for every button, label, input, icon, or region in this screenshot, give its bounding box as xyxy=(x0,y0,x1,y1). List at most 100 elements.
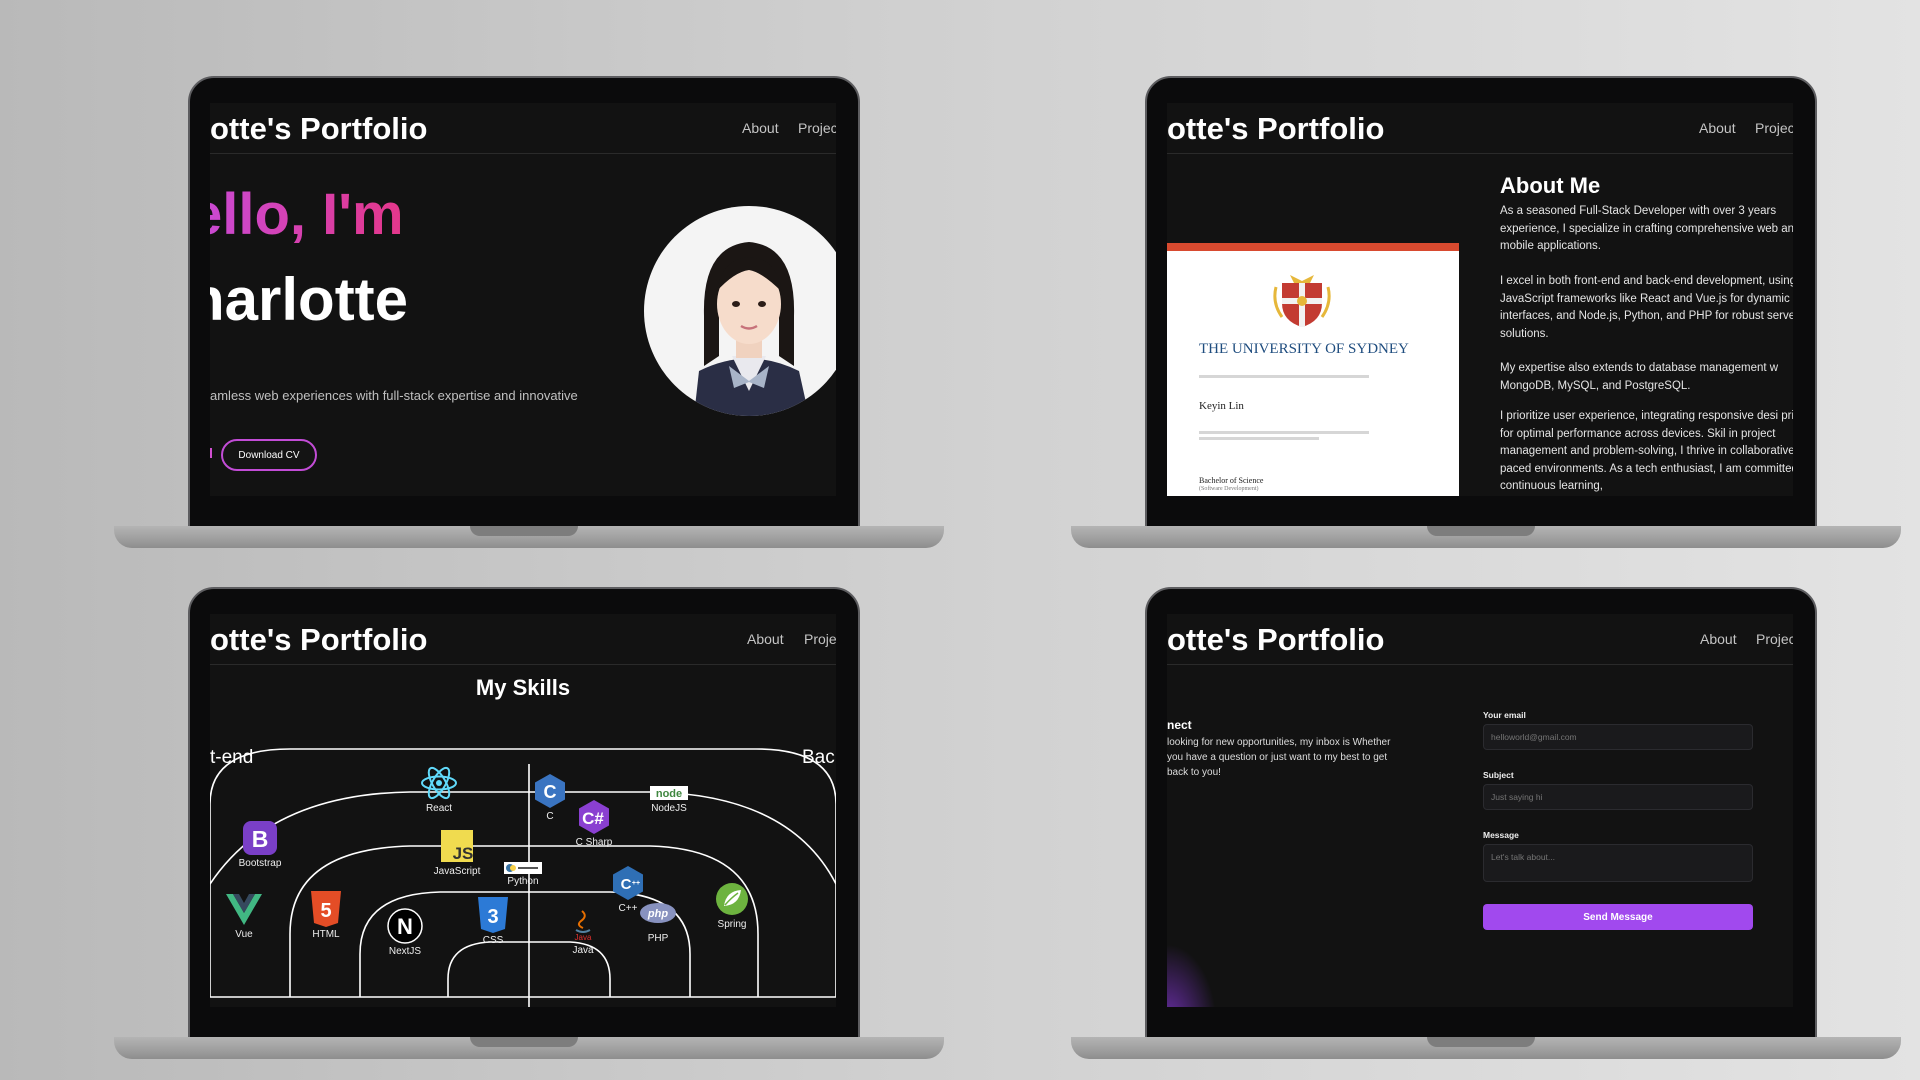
hero-tagline: amless web experiences with full-stack e… xyxy=(210,388,578,403)
svg-text:++: ++ xyxy=(632,880,640,887)
university-name: THE UNIVERSITY OF SYDNEY xyxy=(1199,341,1409,357)
skill-nodejs: node NodeJS xyxy=(634,784,704,814)
skill-bootstrap: B Bootstrap xyxy=(225,819,295,869)
python-icon xyxy=(503,861,543,875)
certificate-degree: Bachelor of Science xyxy=(1199,476,1264,485)
skill-label: HTML xyxy=(312,929,340,940)
send-message-button[interactable]: Send Message xyxy=(1483,904,1753,930)
degree-certificate: THE UNIVERSITY OF SYDNEY Keyin Lin Bache… xyxy=(1167,243,1459,496)
certificate-banner xyxy=(1167,243,1459,251)
skill-label: NextJS xyxy=(388,946,422,957)
navbar: otte's Portfolio About Projec xyxy=(1167,614,1793,665)
about-screen: otte's Portfolio About Projec THE UNIVER… xyxy=(1167,103,1793,496)
nav-about-link[interactable]: About xyxy=(1700,631,1737,647)
laptop-notch xyxy=(470,1037,578,1047)
message-field[interactable] xyxy=(1483,844,1753,882)
nav-about-link[interactable]: About xyxy=(1699,120,1736,136)
certificate-major: (Software Development) xyxy=(1199,486,1259,492)
skill-python: Python xyxy=(488,861,558,887)
laptop-notch xyxy=(1427,1037,1535,1047)
skill-css: 3 CSS xyxy=(458,896,528,946)
skill-label: Java xyxy=(572,945,594,956)
skill-label: Vue xyxy=(235,929,253,940)
nav-projects-link[interactable]: Projec xyxy=(1755,120,1793,136)
nav-about-link[interactable]: About xyxy=(742,120,779,136)
navbar: otte's Portfolio About Projec xyxy=(1167,103,1793,154)
brand-logo[interactable]: otte's Portfolio xyxy=(1167,622,1384,658)
certificate-recipient: Keyin Lin xyxy=(1199,400,1244,412)
brand-logo[interactable]: otte's Portfolio xyxy=(1167,111,1384,147)
nodejs-icon: node xyxy=(649,784,689,802)
css3-icon: 3 xyxy=(473,896,513,934)
about-paragraph: As a seasoned Full-Stack Developer with … xyxy=(1500,205,1793,252)
nextjs-icon: N xyxy=(385,907,425,945)
profile-portrait-illustration xyxy=(694,242,809,416)
svg-text:C: C xyxy=(544,782,557,802)
skill-label: C Sharp xyxy=(575,837,613,848)
svg-text:php: php xyxy=(647,908,668,920)
javascript-icon: JS xyxy=(437,827,477,865)
nav-projects-link[interactable]: Projec xyxy=(798,120,836,136)
certificate-fine-print xyxy=(1199,437,1319,440)
svg-text:5: 5 xyxy=(320,900,331,922)
contact-title: nect xyxy=(1167,718,1192,732)
svg-text:N: N xyxy=(397,914,413,939)
skill-csharp: C# C Sharp xyxy=(563,798,625,848)
skills-screen: otte's Portfolio About Proje My Skills t… xyxy=(210,614,836,1007)
subject-field[interactable] xyxy=(1483,784,1753,810)
subject-label: Subject xyxy=(1483,770,1514,780)
about-heading: About Me xyxy=(1500,173,1601,198)
svg-text:3: 3 xyxy=(487,906,498,928)
csharp-icon: C# xyxy=(574,798,614,836)
skill-label: JavaScript xyxy=(433,866,481,877)
skill-label: Spring xyxy=(717,919,747,930)
email-label: Your email xyxy=(1483,710,1526,720)
background-glow xyxy=(1167,944,1217,1007)
email-field[interactable] xyxy=(1483,724,1753,750)
contact-screen: otte's Portfolio About Projec nect looki… xyxy=(1167,614,1793,1007)
html5-icon: 5 xyxy=(306,890,346,928)
nav-projects-link[interactable]: Projec xyxy=(1756,631,1793,647)
contact-description: looking for new opportunities, my inbox … xyxy=(1167,737,1391,778)
message-label: Message xyxy=(1483,830,1519,840)
svg-text:C: C xyxy=(621,876,632,893)
bootstrap-icon: B xyxy=(240,819,280,857)
java-icon: Java xyxy=(563,906,603,944)
laptop-notch xyxy=(470,526,578,536)
svg-text:node: node xyxy=(656,788,682,800)
about-paragraph: I prioritize user experience, integratin… xyxy=(1500,410,1793,492)
svg-text:JS: JS xyxy=(453,844,474,863)
brand-logo[interactable]: otte's Portfolio xyxy=(210,111,427,147)
hero-screen: otte's Portfolio About Projec ello, I'm … xyxy=(210,103,836,496)
skill-nextjs: N NextJS xyxy=(370,907,440,957)
certificate-fine-print xyxy=(1199,375,1369,378)
skill-label: Bootstrap xyxy=(238,858,282,869)
hero-name: harlotte xyxy=(210,266,409,333)
vue-icon xyxy=(224,890,264,928)
skill-label: PHP xyxy=(647,933,669,944)
spring-leaf-icon xyxy=(712,880,752,918)
svg-text:Java: Java xyxy=(575,933,592,942)
skill-html: 5 HTML xyxy=(291,890,361,940)
svg-text:C#: C# xyxy=(582,809,604,828)
navbar: otte's Portfolio About Projec xyxy=(210,103,836,154)
skill-label: CSS xyxy=(482,935,504,946)
profile-avatar xyxy=(644,206,836,416)
hire-button-edge[interactable] xyxy=(210,448,212,458)
svg-text:B: B xyxy=(252,826,269,852)
skill-label: React xyxy=(425,803,453,814)
laptop-notch xyxy=(1427,526,1535,536)
php-icon: php xyxy=(638,894,678,932)
skill-vue: Vue xyxy=(210,890,279,940)
university-crest-icon xyxy=(1273,275,1331,327)
hero-greeting: ello, I'm xyxy=(210,181,404,248)
skill-react: React xyxy=(404,764,474,814)
skill-javascript: JS JavaScript xyxy=(422,827,492,877)
skill-label: NodeJS xyxy=(651,803,687,814)
about-paragraph: I excel in both front-end and back-end d… xyxy=(1500,275,1793,340)
skill-java: Java Java xyxy=(548,906,618,956)
skill-spring: Spring xyxy=(697,880,767,930)
skill-label: Python xyxy=(507,876,539,887)
download-cv-button[interactable]: Download CV xyxy=(221,439,317,471)
react-icon xyxy=(419,764,459,802)
